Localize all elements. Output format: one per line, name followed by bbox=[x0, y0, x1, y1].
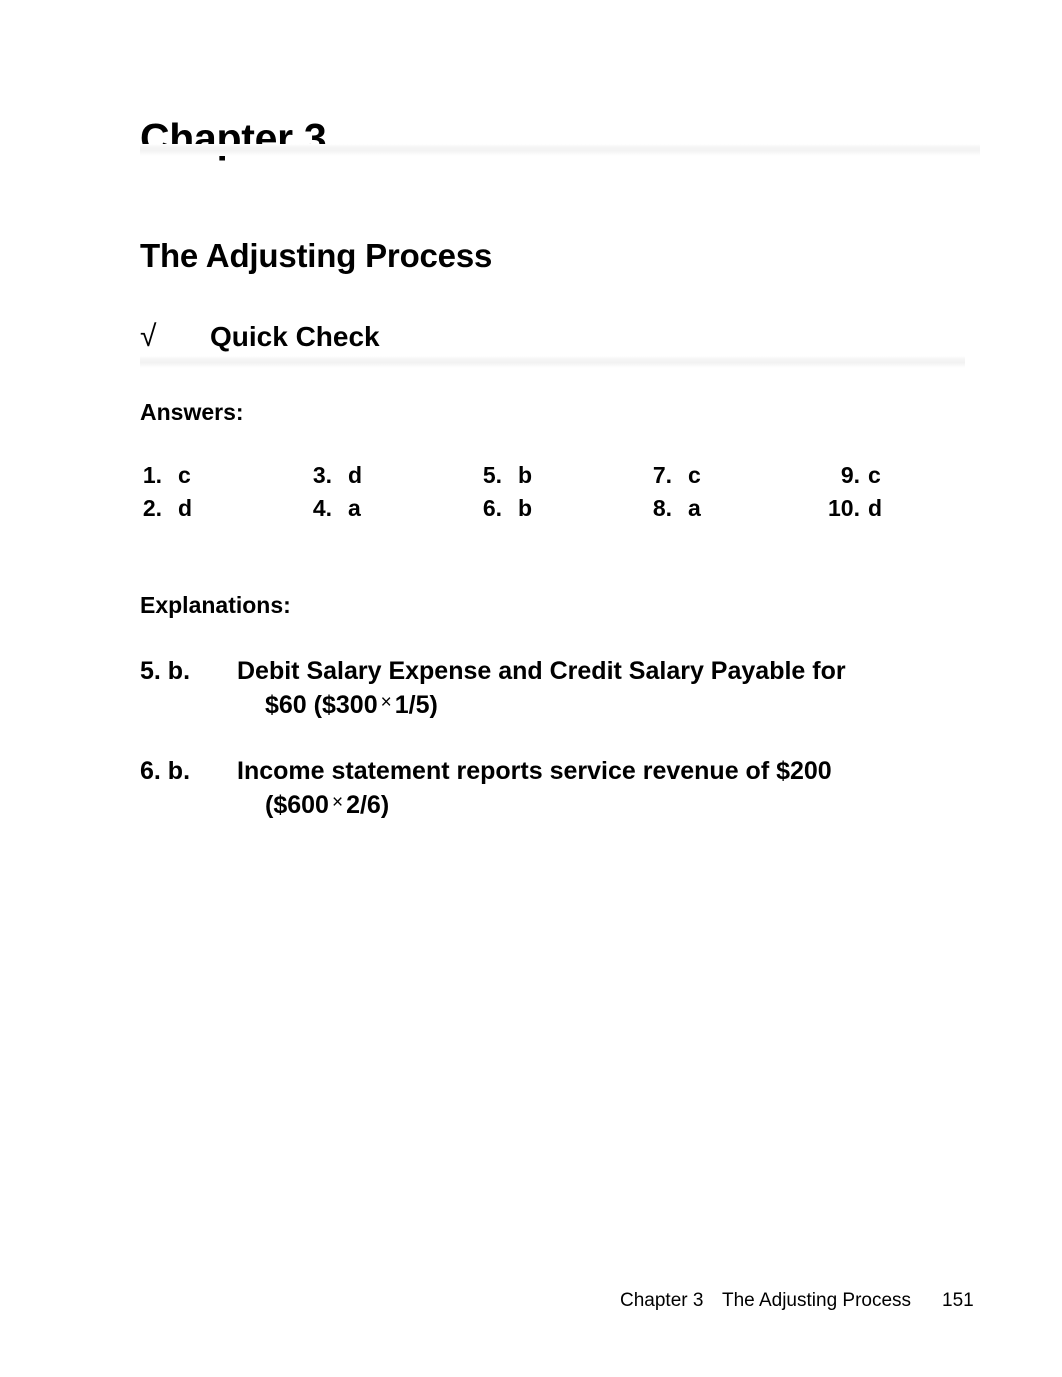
explanation-text: Income statement reports service revenue… bbox=[237, 757, 832, 785]
answers-grid: 1. c 3. d 5. b 7. c 9. c 2. d 4. a 6. b … bbox=[140, 462, 930, 528]
answer-value: d bbox=[178, 495, 193, 521]
page-footer: Chapter 3 The Adjusting Process 151 bbox=[0, 1290, 1062, 1318]
answer-number: 7. bbox=[652, 462, 672, 488]
answer-value: b bbox=[518, 462, 533, 488]
answer-number: 2. bbox=[142, 495, 162, 521]
explanation-item-6: 6. b. Income statement reports service r… bbox=[140, 754, 1000, 822]
answer-value: a bbox=[688, 495, 701, 521]
answer-item-6: 6. b bbox=[480, 495, 650, 522]
answer-item-3: 3. d bbox=[310, 462, 480, 489]
answer-number: 10. bbox=[828, 495, 860, 521]
answer-item-4: 4. a bbox=[310, 495, 480, 522]
explanation-first-line: 5. b. Debit Salary Expense and Credit Sa… bbox=[140, 654, 1000, 688]
check-mark-icon: √ bbox=[140, 320, 157, 353]
answer-number: 1. bbox=[142, 462, 162, 488]
answer-item-10: 10. d bbox=[822, 495, 930, 522]
explanation-second-line: ($600 × 2/6) bbox=[140, 788, 1000, 822]
document-page: Chapter 3 The Adjusting Process √ Quick C… bbox=[0, 0, 1062, 1377]
explanation-fraction: 2/6) bbox=[346, 791, 390, 819]
footer-page-number: 151 bbox=[942, 1290, 974, 1311]
explanation-amount: ($600 bbox=[265, 791, 329, 819]
answer-item-1: 1. c bbox=[140, 462, 310, 489]
answer-value: d bbox=[868, 495, 883, 521]
table-row: 1. c 3. d 5. b 7. c 9. c bbox=[140, 462, 930, 495]
answer-number: 8. bbox=[652, 495, 672, 521]
multiply-icon: × bbox=[380, 692, 392, 713]
answer-value: b bbox=[518, 495, 533, 521]
answer-item-9: 9. c bbox=[822, 462, 930, 489]
explanation-first-line: 6. b. Income statement reports service r… bbox=[140, 754, 1000, 788]
answer-item-7: 7. c bbox=[650, 462, 822, 489]
explanations-label: Explanations: bbox=[140, 592, 291, 618]
quick-check-heading: √ Quick Check bbox=[140, 320, 380, 355]
answer-number: 5. bbox=[482, 462, 502, 488]
answer-value: c bbox=[688, 462, 701, 488]
explanation-amount: $60 ($300 bbox=[265, 691, 378, 719]
answer-number: 3. bbox=[312, 462, 332, 488]
answer-number: 9. bbox=[840, 462, 860, 488]
table-row: 2. d 4. a 6. b 8. a 10. d bbox=[140, 495, 930, 528]
multiply-icon: × bbox=[331, 792, 344, 813]
answer-item-5: 5. b bbox=[480, 462, 650, 489]
footer-section-title: The Adjusting Process bbox=[722, 1290, 912, 1311]
explanation-number: 6. b. bbox=[140, 757, 191, 785]
explanation-number: 5. b. bbox=[140, 657, 191, 685]
explanation-item-5: 5. b. Debit Salary Expense and Credit Sa… bbox=[140, 654, 1000, 722]
quick-check-divider bbox=[140, 356, 965, 368]
answers-label: Answers: bbox=[140, 399, 244, 425]
answer-value: a bbox=[348, 495, 361, 521]
answer-item-2: 2. d bbox=[140, 495, 310, 522]
explanation-text: Debit Salary Expense and Credit Salary P… bbox=[237, 657, 846, 685]
quick-check-label: Quick Check bbox=[210, 321, 380, 352]
answer-value: c bbox=[868, 462, 881, 488]
explanation-second-line: $60 ($300 × 1/5) bbox=[140, 688, 1000, 722]
explanation-fraction: 1/5) bbox=[394, 691, 438, 719]
answer-item-8: 8. a bbox=[650, 495, 822, 522]
section-title: The Adjusting Process bbox=[140, 237, 493, 275]
answer-number: 4. bbox=[312, 495, 332, 521]
footer-chapter: Chapter 3 bbox=[620, 1290, 704, 1311]
answer-value: d bbox=[348, 462, 363, 488]
chapter-title-divider bbox=[140, 144, 980, 156]
answer-value: c bbox=[178, 462, 191, 488]
answer-number: 6. bbox=[482, 495, 502, 521]
